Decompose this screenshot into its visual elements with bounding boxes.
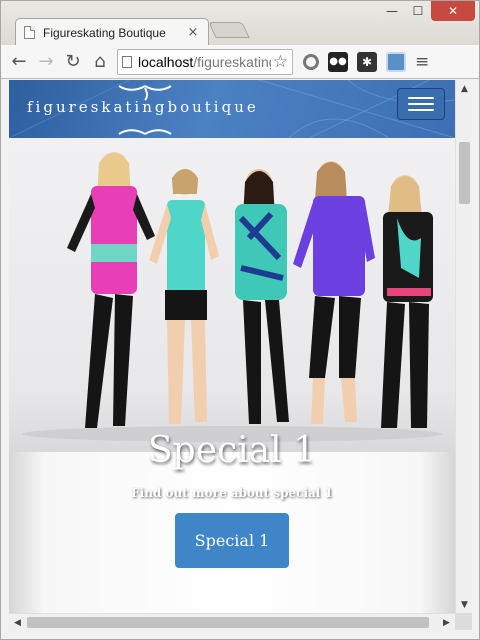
incognito-mask-icon[interactable]: ●● bbox=[328, 51, 348, 72]
tab-close-icon[interactable]: × bbox=[186, 25, 200, 40]
site-logo[interactable]: figureskatingboutique bbox=[27, 98, 259, 116]
reload-button[interactable]: ↻ bbox=[61, 50, 85, 74]
tab-figureskating-boutique[interactable]: Figureskating Boutique × bbox=[15, 18, 209, 46]
back-button[interactable]: ← bbox=[7, 50, 31, 74]
url-path: /figureskatingboutique bbox=[193, 53, 271, 70]
scroll-right-arrow-icon[interactable]: ▶ bbox=[438, 614, 455, 631]
puzzle-extension-icon[interactable]: ✱ bbox=[357, 51, 377, 72]
scroll-left-arrow-icon[interactable]: ◀ bbox=[9, 614, 26, 631]
page-icon bbox=[122, 55, 132, 68]
hamburger-bar bbox=[408, 109, 434, 111]
browser-window: Figureskating Boutique × — ☐ ✕ ← → ↻ ⌂ l… bbox=[0, 0, 480, 640]
site-header: figureskatingboutique bbox=[9, 80, 455, 138]
circle-extension-icon[interactable] bbox=[303, 53, 319, 70]
hero-carousel-slide: Special 1 Find out more about special 1 … bbox=[9, 138, 455, 613]
hero-image bbox=[22, 152, 442, 442]
scroll-down-arrow-icon[interactable]: ▼ bbox=[456, 596, 473, 613]
hero-heading: Special 1 bbox=[147, 430, 316, 471]
minimize-button[interactable]: — bbox=[379, 1, 405, 21]
hero-photo-skaters bbox=[9, 138, 455, 452]
new-tab-button[interactable] bbox=[208, 22, 250, 38]
window-extension-icon[interactable] bbox=[386, 51, 406, 72]
vertical-scrollbar[interactable]: ▲ ▼ bbox=[455, 80, 472, 613]
tab-title: Figureskating Boutique bbox=[43, 25, 166, 40]
vertical-scroll-thumb[interactable] bbox=[459, 142, 470, 204]
close-window-button[interactable]: ✕ bbox=[431, 1, 475, 21]
url-host: localhost bbox=[138, 53, 194, 70]
title-bar: Figureskating Boutique × — ☐ ✕ bbox=[1, 1, 479, 46]
browser-toolbar: ← → ↻ ⌂ localhost /figureskatingboutique… bbox=[1, 45, 479, 79]
home-button[interactable]: ⌂ bbox=[88, 50, 112, 74]
window-controls: — ☐ ✕ bbox=[379, 1, 475, 21]
hamburger-bar bbox=[408, 103, 434, 105]
maximize-button[interactable]: ☐ bbox=[405, 1, 431, 21]
forward-button[interactable]: → bbox=[34, 50, 58, 74]
horizontal-scrollbar[interactable]: ◀ ▶ bbox=[9, 613, 455, 630]
hero-subheading: Find out more about special 1 bbox=[131, 486, 333, 500]
bookmark-star-icon[interactable]: ☆ bbox=[273, 52, 288, 72]
address-bar[interactable]: localhost /figureskatingboutique ☆ bbox=[117, 48, 293, 75]
special-1-button[interactable]: Special 1 bbox=[175, 513, 289, 568]
nav-menu-toggle-button[interactable] bbox=[397, 88, 445, 120]
horizontal-scroll-thumb[interactable] bbox=[27, 617, 429, 628]
scrollbar-corner bbox=[455, 613, 472, 630]
scroll-up-arrow-icon[interactable]: ▲ bbox=[456, 80, 473, 97]
page-viewport: figureskatingboutique Special 1 Find out… bbox=[9, 80, 455, 613]
page-favicon-icon bbox=[24, 26, 35, 39]
hamburger-bar bbox=[408, 97, 434, 99]
browser-menu-button[interactable]: ≡ bbox=[415, 52, 429, 72]
